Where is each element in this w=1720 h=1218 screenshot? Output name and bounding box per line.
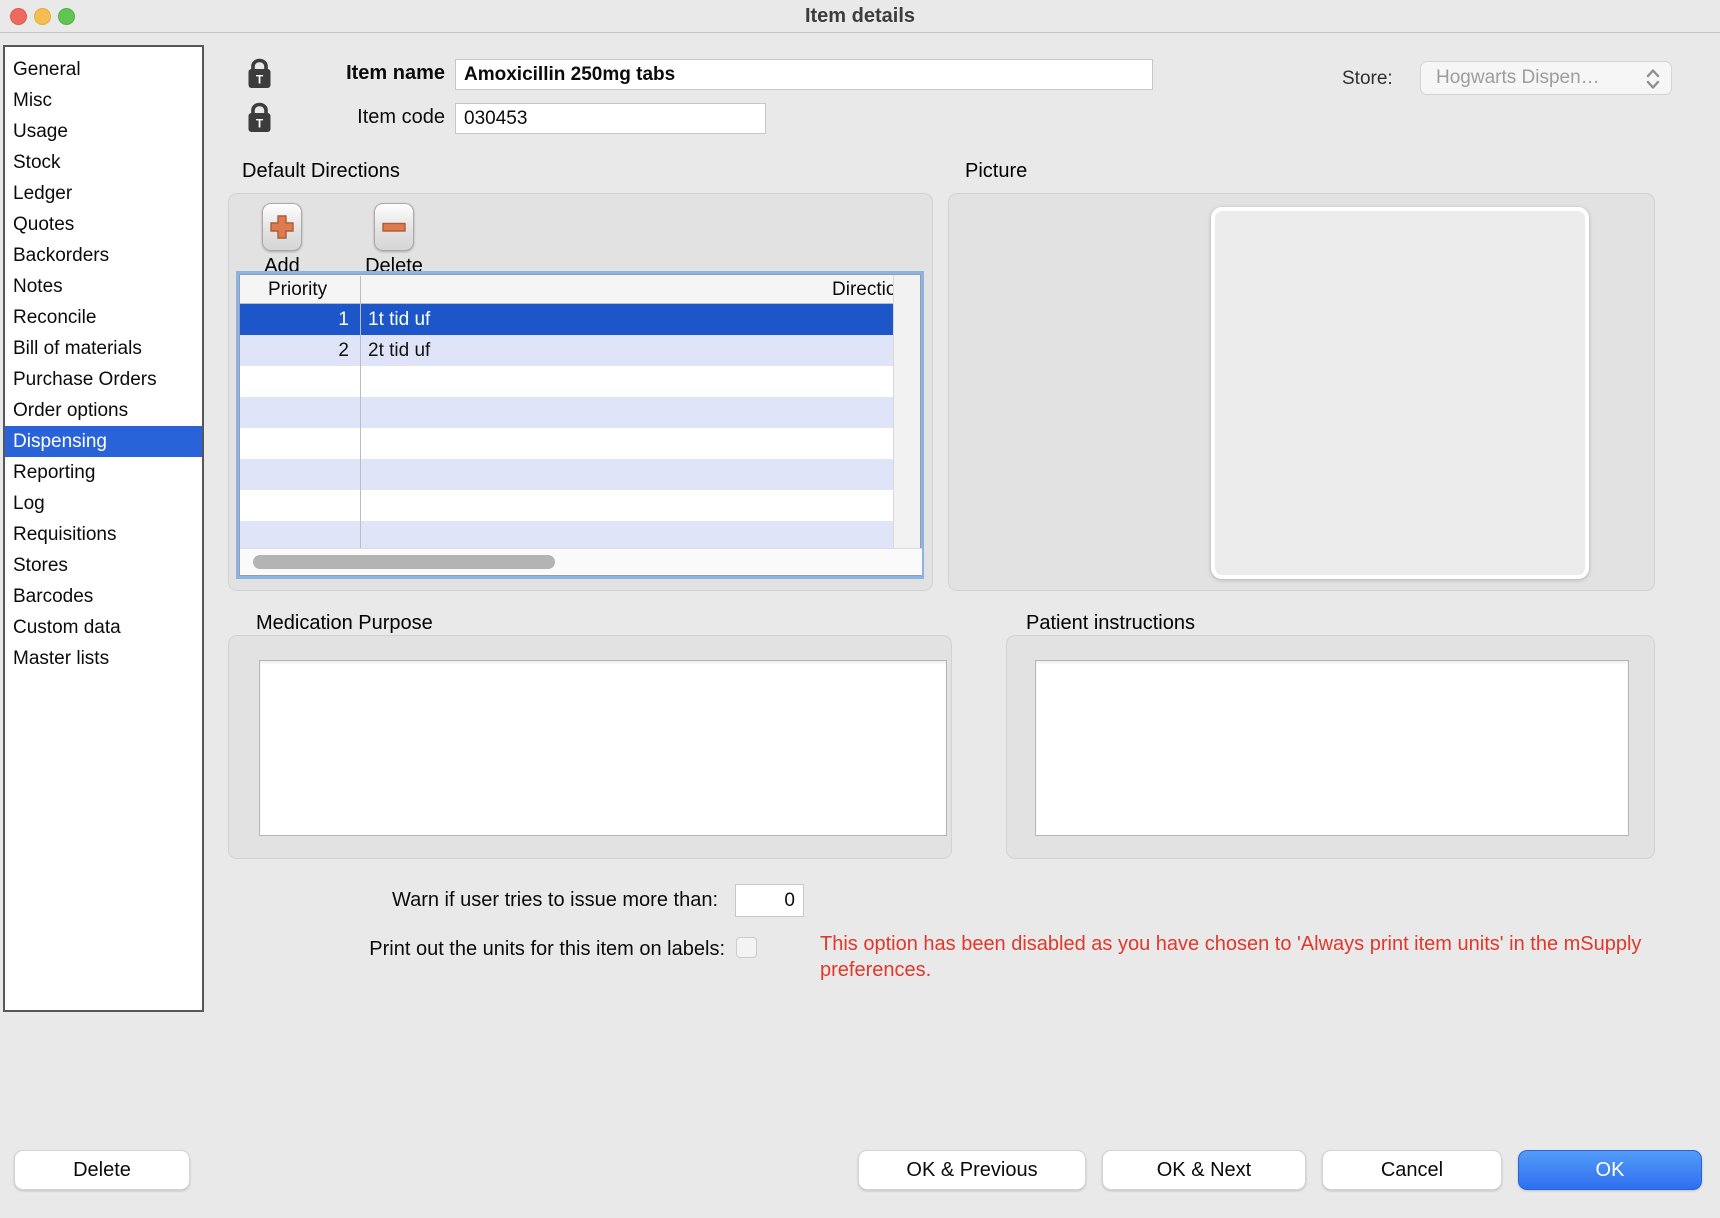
sidebar-item-misc[interactable]: Misc <box>5 85 202 116</box>
sidebar: General Misc Usage Stock Ledger Quotes B… <box>3 45 204 1012</box>
direction-row-2[interactable]: 2 2t tid uf <box>240 335 894 366</box>
column-divider <box>360 276 361 550</box>
item-name-label: Item name <box>250 62 445 85</box>
store-label: Store: <box>1342 68 1393 90</box>
direction-row-1[interactable]: 1 1t tid uf <box>240 304 894 335</box>
warn-issue-input[interactable] <box>735 884 804 917</box>
patient-instructions-label: Patient instructions <box>1026 612 1195 635</box>
ok-previous-button[interactable]: OK & Previous <box>858 1150 1086 1190</box>
medication-purpose-panel <box>228 635 952 859</box>
store-select[interactable]: Hogwarts Dispen… <box>1420 61 1672 95</box>
direction-cell: 2t tid uf <box>368 335 430 366</box>
sidebar-item-notes[interactable]: Notes <box>5 271 202 302</box>
picture-panel <box>948 193 1655 591</box>
empty-row[interactable] <box>240 397 894 428</box>
plus-icon <box>269 214 295 240</box>
sidebar-item-requisitions[interactable]: Requisitions <box>5 519 202 550</box>
default-directions-label: Default Directions <box>242 160 400 183</box>
print-units-checkbox[interactable] <box>736 937 757 958</box>
sidebar-item-general[interactable]: General <box>5 54 202 85</box>
sidebar-item-barcodes[interactable]: Barcodes <box>5 581 202 612</box>
picture-label: Picture <box>965 160 1027 183</box>
horizontal-scrollbar-track[interactable] <box>240 548 922 575</box>
empty-row[interactable] <box>240 521 894 550</box>
sidebar-item-custom-data[interactable]: Custom data <box>5 612 202 643</box>
vertical-scrollbar-track[interactable] <box>893 275 920 551</box>
item-code-input[interactable] <box>455 103 766 134</box>
picture-frame[interactable] <box>1211 207 1589 579</box>
sidebar-item-order-options[interactable]: Order options <box>5 395 202 426</box>
sidebar-item-log[interactable]: Log <box>5 488 202 519</box>
medication-purpose-textarea[interactable] <box>259 660 947 836</box>
sidebar-item-bill-of-materials[interactable]: Bill of materials <box>5 333 202 364</box>
empty-row[interactable] <box>240 490 894 521</box>
add-direction-button[interactable] <box>262 203 302 251</box>
ok-button[interactable]: OK <box>1518 1150 1702 1190</box>
minus-icon <box>381 214 407 240</box>
sidebar-item-dispensing[interactable]: Dispensing <box>5 426 202 457</box>
item-code-label: Item code <box>250 106 445 129</box>
delete-button[interactable]: Delete <box>14 1150 190 1190</box>
sidebar-item-backorders[interactable]: Backorders <box>5 240 202 271</box>
directions-table: Priority Direction 1 1t tid uf 2 2t tid … <box>236 271 924 579</box>
sidebar-item-purchase-orders[interactable]: Purchase Orders <box>5 364 202 395</box>
priority-column-header[interactable]: Priority <box>268 275 327 304</box>
print-units-label: Print out the units for this item on lab… <box>250 938 725 961</box>
delete-direction-button[interactable] <box>374 203 414 251</box>
sidebar-item-quotes[interactable]: Quotes <box>5 209 202 240</box>
empty-row[interactable] <box>240 459 894 490</box>
item-name-input[interactable] <box>455 59 1153 90</box>
sidebar-item-usage[interactable]: Usage <box>5 116 202 147</box>
patient-instructions-panel <box>1006 635 1655 859</box>
option-disabled-note: This option has been disabled as you hav… <box>820 931 1660 983</box>
sidebar-item-master-lists[interactable]: Master lists <box>5 643 202 674</box>
window-title: Item details <box>0 0 1720 33</box>
store-select-value: Hogwarts Dispen… <box>1436 67 1600 88</box>
title-bar: Item details <box>0 0 1720 33</box>
sidebar-item-stores[interactable]: Stores <box>5 550 202 581</box>
horizontal-scrollbar-thumb[interactable] <box>253 555 555 569</box>
updown-chevron-icon <box>1645 68 1661 90</box>
medication-purpose-label: Medication Purpose <box>256 612 433 635</box>
priority-cell: 2 <box>240 335 356 366</box>
priority-cell: 1 <box>240 304 356 335</box>
sidebar-item-reconcile[interactable]: Reconcile <box>5 302 202 333</box>
directions-table-header: Priority Direction <box>240 275 894 304</box>
empty-row[interactable] <box>240 428 894 459</box>
direction-cell: 1t tid uf <box>368 304 430 335</box>
directions-table-body: 1 1t tid uf 2 2t tid uf <box>240 304 894 550</box>
warn-issue-label: Warn if user tries to issue more than: <box>300 889 718 912</box>
direction-column-header[interactable]: Direction <box>832 275 894 304</box>
sidebar-item-stock[interactable]: Stock <box>5 147 202 178</box>
sidebar-item-ledger[interactable]: Ledger <box>5 178 202 209</box>
ok-next-button[interactable]: OK & Next <box>1102 1150 1306 1190</box>
empty-row[interactable] <box>240 366 894 397</box>
sidebar-item-reporting[interactable]: Reporting <box>5 457 202 488</box>
patient-instructions-textarea[interactable] <box>1035 660 1629 836</box>
cancel-button[interactable]: Cancel <box>1322 1150 1502 1190</box>
